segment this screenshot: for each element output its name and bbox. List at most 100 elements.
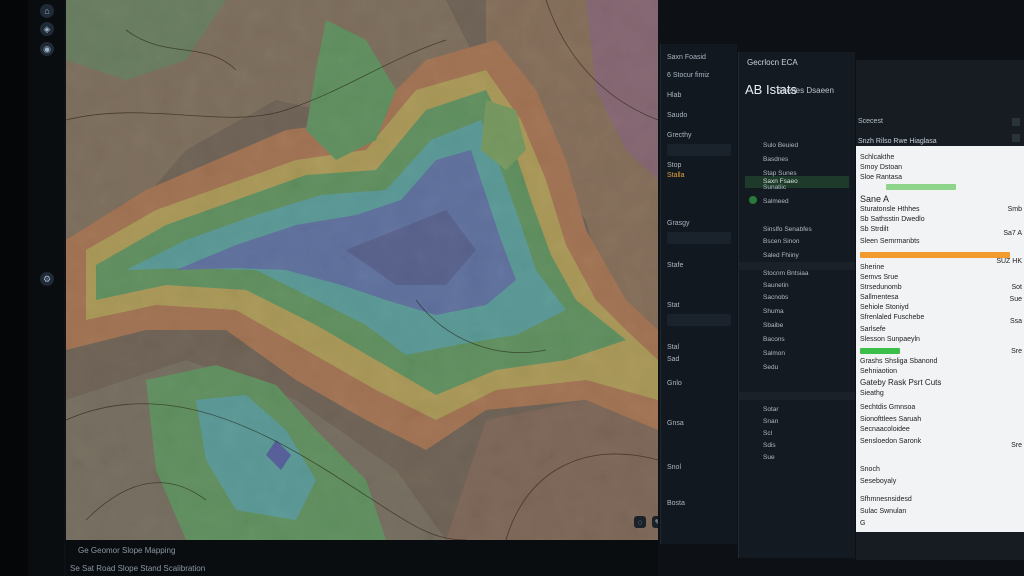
status-detail: Se Sat Road Slope Stand Scalibration xyxy=(70,564,206,573)
layer-item[interactable]: Stafe xyxy=(667,262,683,269)
filter-field[interactable] xyxy=(667,144,731,156)
layer-item[interactable]: Gnsa xyxy=(667,420,684,427)
report-line: Slesson Sunpaeyln xyxy=(860,336,920,343)
list-item[interactable]: Sinslfo Senabfes xyxy=(763,226,812,233)
status-bar: Ge Geomor Slope Mapping Se Sat Road Slop… xyxy=(66,540,658,576)
report-line: Sarlsefe xyxy=(860,326,886,333)
layer-item[interactable]: 6 Stocur fimiz xyxy=(667,72,709,79)
report-line: Sfrenlaled Fuschebe xyxy=(860,314,925,321)
report-line: Semvs Srue xyxy=(860,274,899,281)
list-item[interactable]: Saunetin xyxy=(763,282,789,289)
layer-item[interactable]: Bosta xyxy=(667,500,685,507)
report-line: Sb Sathsstin Dwedlo xyxy=(860,216,925,223)
report-line: Sensloedon Saronk xyxy=(860,438,922,445)
report-value: Smb xyxy=(1007,206,1022,213)
report-line: Sherine xyxy=(860,264,885,271)
report-card: Schlcakthe Smoy Dstoan Sloe Rantasa Sane… xyxy=(856,146,1024,532)
report-line: Sb Strdilt xyxy=(860,226,889,233)
list-item[interactable]: Sacnobs xyxy=(763,294,788,301)
maximize-icon[interactable] xyxy=(1012,134,1020,142)
list-item[interactable]: Sotar xyxy=(763,406,779,413)
layer-item[interactable]: Grecthy xyxy=(667,132,692,139)
report-line: Sfhmnesnsidesd xyxy=(860,496,912,503)
report-line: Seseboyaly xyxy=(860,478,897,485)
panel-subtitle: Snenes Dsaeen xyxy=(777,86,834,95)
report-line: Sulac Swnulan xyxy=(860,508,907,515)
report-line: Smoy Dstoan xyxy=(860,164,903,171)
list-item[interactable]: Stocnm Bntsiaa xyxy=(763,270,809,277)
layer-item[interactable]: Sad xyxy=(667,356,679,363)
stats-panel: Gecrlocn ECA AB Istats Snenes Dsaeen Sax… xyxy=(738,52,855,558)
list-item[interactable]: Sue xyxy=(763,454,775,461)
layer-item[interactable]: Stal xyxy=(667,344,679,351)
report-line: Sloe Rantasa xyxy=(860,174,903,181)
panel-header: Saxn Foasid xyxy=(667,54,706,61)
location-icon[interactable]: ◉ xyxy=(40,42,54,56)
report-line: Sehiole Stoniyd xyxy=(860,304,909,311)
panel-top-label: Gecrlocn ECA xyxy=(747,58,798,67)
report-line: Sieathg xyxy=(860,390,884,397)
report-line: Strsedunomb xyxy=(860,284,902,291)
settings-icon[interactable]: ⚙ xyxy=(40,272,54,286)
status-dot xyxy=(749,196,757,204)
report-line: Sehniaotion xyxy=(860,368,897,375)
divider xyxy=(739,392,855,400)
map-toolbar: ◌ ✎ ▦ xyxy=(634,516,658,528)
range-field[interactable] xyxy=(667,314,731,326)
panel-top-label: Scecest xyxy=(858,118,883,125)
layers-icon[interactable]: ◈ xyxy=(40,22,54,36)
report-value: Sa7 A xyxy=(1003,230,1022,237)
report-value: Ssa xyxy=(1009,318,1022,325)
tab-active[interactable]: Saxn Fsaeo xyxy=(745,176,849,188)
progress-bar xyxy=(860,348,900,354)
layers-panel: Saxn Foasid 6 Stocur fimiz Hlab Saudo Gr… xyxy=(660,44,737,544)
terrain-map[interactable]: ◌ ✎ ▦ xyxy=(66,0,658,540)
list-item[interactable]: Sbaibe xyxy=(763,322,783,329)
layer-item[interactable]: Gnlo xyxy=(667,380,682,387)
report-value: Sre xyxy=(1011,348,1022,355)
layer-item-active[interactable]: Stalla xyxy=(667,172,685,179)
report-value: Sre xyxy=(1011,442,1022,449)
progress-bar xyxy=(886,184,956,190)
report-line: Schlcakthe xyxy=(860,154,895,161)
draw-icon[interactable]: ✎ xyxy=(652,516,658,528)
report-line: Sleen Semrmanbts xyxy=(860,238,920,245)
layer-item[interactable]: Stat xyxy=(667,302,679,309)
value-field[interactable] xyxy=(667,232,731,244)
list-item[interactable]: Stap Sunes xyxy=(763,170,797,177)
list-item[interactable]: Sunatiic xyxy=(763,184,786,191)
list-item[interactable]: Sulo Beuied xyxy=(763,142,798,149)
layer-item[interactable]: Stop xyxy=(667,162,681,169)
list-item[interactable]: Salmeed xyxy=(763,198,789,205)
report-line: Sallmentesa xyxy=(860,294,899,301)
report-value: Sot xyxy=(1011,284,1022,291)
list-item[interactable]: Sedu xyxy=(763,364,778,371)
left-rail: ⌂ ◈ ◉ ⚙ xyxy=(28,0,64,576)
layer-item[interactable]: Grasgy xyxy=(667,220,690,227)
list-item[interactable]: Shuma xyxy=(763,308,784,315)
report-line: Sionofttlees Saruah xyxy=(860,416,922,423)
list-item[interactable]: Sdis xyxy=(763,442,776,449)
report-line: Grashs Shsliga Sbanond xyxy=(860,358,938,365)
layer-item[interactable]: Hlab xyxy=(667,92,681,99)
minimize-icon[interactable] xyxy=(1012,118,1020,126)
report-value: Sue xyxy=(1009,296,1022,303)
layer-item[interactable]: Saudo xyxy=(667,112,687,119)
list-item[interactable]: Scl xyxy=(763,430,772,437)
panel-header: Snzh Rilso Rwe Hiaglasa xyxy=(858,138,937,145)
list-item[interactable]: Saled Fhiiny xyxy=(763,252,799,259)
report-line: Secnaacoloidee xyxy=(860,426,910,433)
report-line: Gateby Rask Psrt Cuts xyxy=(860,378,942,387)
report-value: SUZ HK xyxy=(996,258,1022,265)
measure-icon[interactable]: ◌ xyxy=(634,516,646,528)
list-item[interactable]: Bacons xyxy=(763,336,785,343)
list-item[interactable]: Salmon xyxy=(763,350,785,357)
layer-item[interactable]: Snol xyxy=(667,464,681,471)
highlight-bar xyxy=(860,252,1010,258)
list-item[interactable]: Basdnes xyxy=(763,156,788,163)
list-item[interactable]: Snan xyxy=(763,418,778,425)
home-icon[interactable]: ⌂ xyxy=(40,4,54,18)
list-item[interactable]: Bscen Sinon xyxy=(763,238,800,245)
report-line: Sturatonsle Hthhes xyxy=(860,206,920,213)
status-title: Ge Geomor Slope Mapping xyxy=(78,546,176,555)
